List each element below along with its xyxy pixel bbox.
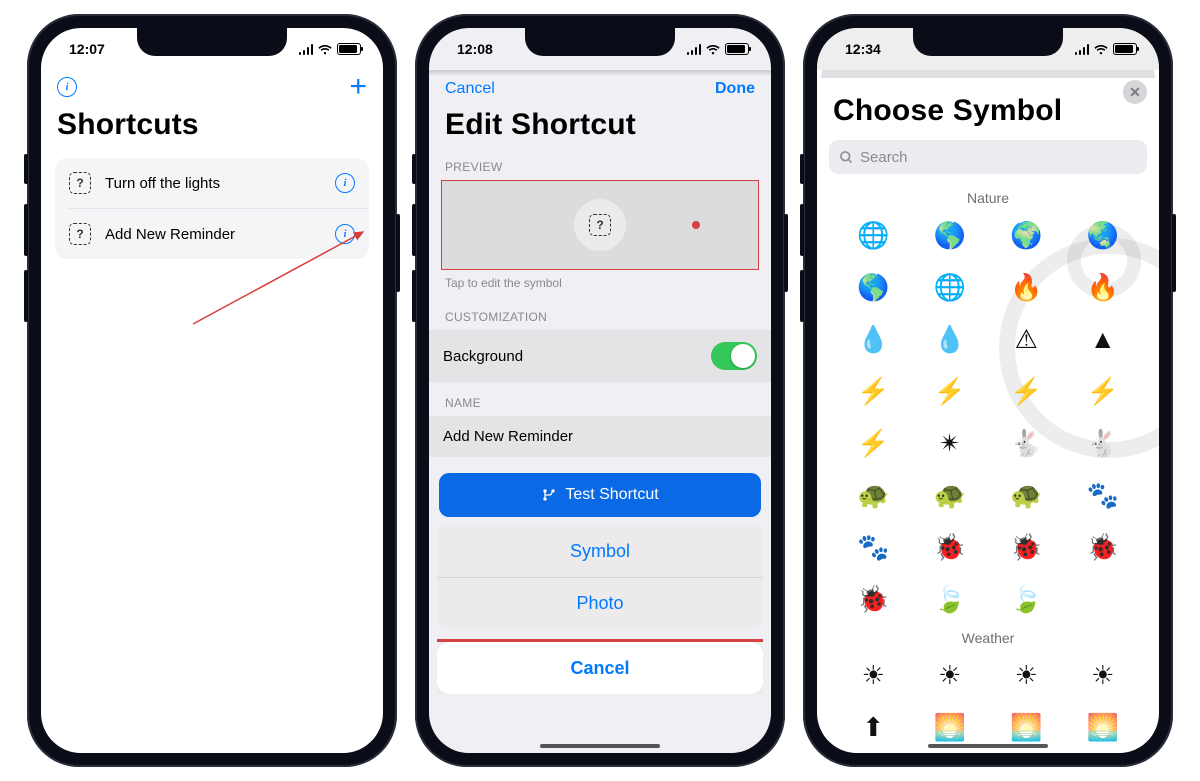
icon-grid-weather: ☀☀☀☀⬆🌅🌅🌅 [817, 652, 1159, 750]
category-weather: Weather [817, 622, 1159, 652]
branch-icon [541, 487, 557, 503]
icon-grid-nature: 🌐🌎🌍🌏🌎🌐🔥🔥💧💧⚠▲⚡⚡⚡⚡⚡✴🐇🐇🐢🐢🐢🐾🐾🐞🐞🐞🐞🍃🍃 [817, 212, 1159, 622]
page-title: Edit Shortcut [429, 108, 771, 146]
battery-icon [725, 43, 749, 55]
symbol-option[interactable]: ▲ [1069, 322, 1138, 356]
symbol-option[interactable]: 🐢 [992, 478, 1061, 512]
row-info-icon[interactable]: i [335, 224, 355, 244]
symbol-option[interactable]: 🐇 [992, 426, 1061, 460]
name-field[interactable]: Add New Reminder [429, 416, 771, 457]
sheet-cancel-button[interactable]: Cancel [437, 642, 763, 694]
status-time: 12:08 [457, 41, 493, 57]
sheet-symbol-button[interactable]: Symbol [437, 525, 763, 577]
search-input[interactable]: Search [829, 140, 1147, 174]
symbol-option[interactable]: ⚡ [839, 374, 908, 408]
symbol-option[interactable]: 🐢 [916, 478, 985, 512]
symbol-option[interactable]: ✴ [916, 426, 985, 460]
symbol-option[interactable]: 💧 [839, 322, 908, 356]
background-label: Background [443, 348, 523, 365]
cellular-icon [687, 44, 702, 55]
phone-edit-shortcut: 12:08 Cancel Done Edit Shortcut PREVIEW … [415, 14, 785, 767]
symbol-option[interactable]: 💧 [916, 322, 985, 356]
test-shortcut-button[interactable]: Test Shortcut [439, 473, 761, 517]
symbol-option[interactable]: 🌎 [839, 270, 908, 304]
phone-shortcuts-list: 12:07 i + Shortcuts ? Turn off the light… [27, 14, 397, 767]
symbol-option[interactable]: 🔥 [992, 270, 1061, 304]
sheet-photo-button[interactable]: Photo [437, 577, 763, 629]
section-label-name: NAME [429, 382, 771, 416]
cellular-icon [299, 44, 314, 55]
done-button[interactable]: Done [715, 80, 755, 98]
battery-icon [1113, 43, 1137, 55]
symbol-option[interactable]: 🌍 [992, 218, 1061, 252]
symbol-option[interactable]: 🌐 [839, 218, 908, 252]
phone-choose-symbol: 12:34 ✕ Choose Symbol Search Nature 🌐🌎🌍🌏… [803, 14, 1173, 767]
symbol-option[interactable]: 🐇 [1069, 426, 1138, 460]
symbol-option[interactable]: ☀ [992, 658, 1061, 692]
symbol-option[interactable]: ☀ [1069, 658, 1138, 692]
background-row: Background [429, 330, 771, 382]
symbol-option[interactable]: 🌐 [916, 270, 985, 304]
placeholder-symbol-icon: ? [589, 214, 611, 236]
symbol-option[interactable]: ⚡ [916, 374, 985, 408]
list-item-label: Turn off the lights [105, 175, 220, 192]
search-placeholder: Search [860, 149, 908, 166]
home-indicator[interactable] [540, 744, 660, 748]
symbol-option[interactable]: 🍃 [916, 582, 985, 616]
symbol-option[interactable]: 🌎 [916, 218, 985, 252]
shortcuts-list: ? Turn off the lights i ? Add New Remind… [55, 158, 369, 259]
symbol-preview[interactable]: ? [441, 180, 759, 270]
wifi-icon [1093, 43, 1109, 55]
placeholder-symbol-icon: ? [69, 172, 91, 194]
symbol-option[interactable]: 🐞 [839, 582, 908, 616]
symbol-option[interactable]: 🐞 [992, 530, 1061, 564]
page-title: Shortcuts [41, 108, 383, 152]
list-item[interactable]: ? Turn off the lights i [55, 158, 369, 208]
wifi-icon [317, 43, 333, 55]
cancel-button[interactable]: Cancel [445, 80, 495, 98]
row-info-icon[interactable]: i [335, 173, 355, 193]
symbol-option[interactable]: 🐞 [916, 530, 985, 564]
action-sheet: Symbol Photo Cancel [437, 525, 763, 704]
symbol-option[interactable]: ⚡ [992, 374, 1061, 408]
symbol-option[interactable]: ⬆ [839, 710, 908, 744]
symbol-option[interactable]: 🌅 [916, 710, 985, 744]
status-time: 12:34 [845, 41, 881, 57]
symbol-option[interactable]: 🐾 [1069, 478, 1138, 512]
close-button[interactable]: ✕ [1123, 80, 1147, 104]
placeholder-symbol-icon: ? [69, 223, 91, 245]
symbol-option[interactable]: 🍃 [992, 582, 1061, 616]
battery-icon [337, 43, 361, 55]
search-icon [839, 150, 854, 165]
test-shortcut-label: Test Shortcut [565, 486, 658, 504]
preview-hint: Tap to edit the symbol [429, 270, 771, 296]
cellular-icon [1075, 44, 1090, 55]
symbol-option[interactable]: 🌏 [1069, 218, 1138, 252]
symbol-option[interactable]: 🐾 [839, 530, 908, 564]
status-time: 12:07 [69, 41, 105, 57]
symbol-option[interactable]: 🐞 [1069, 530, 1138, 564]
page-title: Choose Symbol [817, 78, 1159, 136]
category-nature: Nature [817, 182, 1159, 212]
symbol-option[interactable]: 🐢 [839, 478, 908, 512]
section-label-preview: PREVIEW [429, 146, 771, 180]
badge-icon [692, 221, 700, 229]
info-icon[interactable]: i [57, 77, 77, 97]
symbol-option[interactable]: 🌅 [1069, 710, 1138, 744]
symbol-option[interactable]: ⚠ [992, 322, 1061, 356]
add-button[interactable]: + [349, 72, 367, 102]
symbol-option[interactable]: ☀ [916, 658, 985, 692]
symbol-option[interactable]: 🔥 [1069, 270, 1138, 304]
symbol-option[interactable]: ☀ [839, 658, 908, 692]
symbol-option[interactable]: ⚡ [1069, 374, 1138, 408]
background-toggle[interactable] [711, 342, 757, 370]
list-item[interactable]: ? Add New Reminder i [69, 208, 369, 259]
symbol-option[interactable]: ⚡ [839, 426, 908, 460]
symbol-option[interactable] [1069, 582, 1138, 616]
list-item-label: Add New Reminder [105, 226, 235, 243]
section-label-customization: CUSTOMIZATION [429, 296, 771, 330]
symbol-option[interactable]: 🌅 [992, 710, 1061, 744]
wifi-icon [705, 43, 721, 55]
